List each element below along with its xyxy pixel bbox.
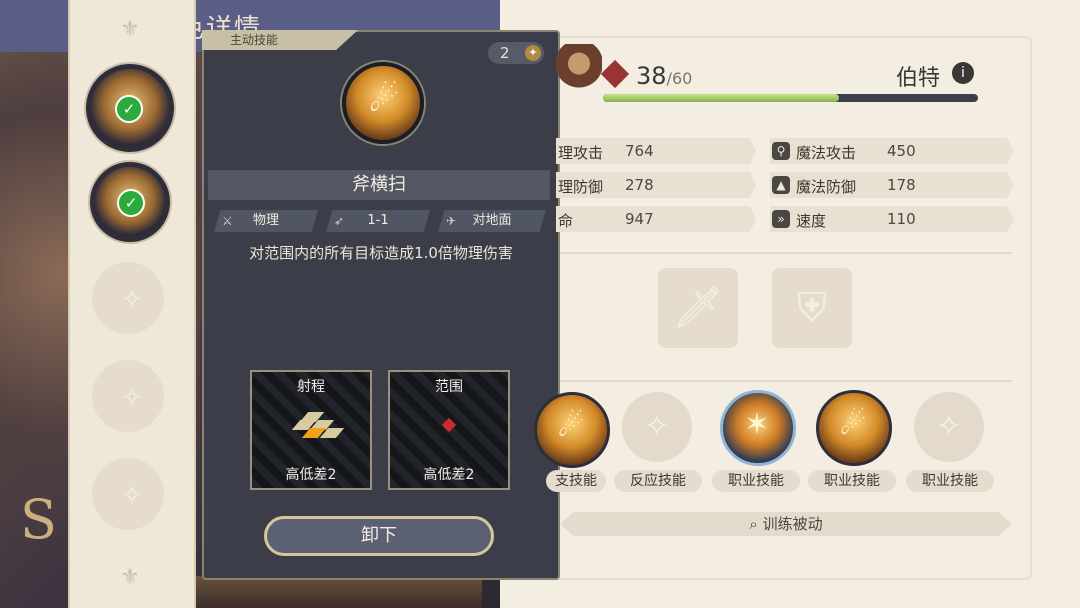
range-height-diff: 高低差2 [285, 467, 337, 483]
hero-name: 伯特 [896, 66, 941, 91]
stat-value: 947 [625, 210, 654, 228]
skill-attributes: ⚔ 物理 ➶ 1-1 ✈ 对地面 [214, 210, 546, 232]
job-skill-label: 职业技能 [808, 470, 896, 492]
skill-slot-2[interactable]: ✓ [90, 162, 170, 242]
boot-icon: » [772, 210, 790, 228]
skill-slot-4[interactable]: ✧ [92, 360, 164, 432]
staff-icon: ✧ [121, 383, 143, 413]
skill-slot-5[interactable]: ✧ [92, 458, 164, 530]
character-art-bottom [192, 576, 482, 608]
divider [560, 252, 1012, 254]
magic-wand-icon: ⚲ [772, 142, 790, 160]
skill-description: 对范围内的所有目标造成1.0倍物理伤害 [249, 244, 513, 262]
stat-row-hp [556, 206, 756, 232]
check-icon: ✓ [117, 189, 145, 217]
axe-sweep-icon: ☄ [839, 407, 867, 442]
shield-icon: ⛨ [797, 285, 827, 331]
area-height-diff: 高低差2 [423, 467, 475, 483]
xp-bar [603, 94, 978, 102]
skill-level-value: 2 [500, 44, 510, 62]
area-preview-box: 范围 高低差2 [388, 370, 510, 490]
stat-label: 命 [558, 212, 574, 230]
area-target-marker [441, 417, 457, 433]
reaction-skill-slot[interactable]: ✧ [622, 392, 692, 462]
range-title: 射程 [297, 379, 325, 395]
reaction-skill-label: 反应技能 [614, 470, 702, 492]
stat-value: 178 [887, 176, 916, 194]
sword-icon: ⚔ [222, 214, 233, 228]
skill-name: 斧横扫 [208, 170, 550, 200]
axe-sweep-icon: ☄ [557, 409, 585, 444]
skill-slot-1[interactable]: ✓ [86, 64, 174, 152]
staff-icon: ✧ [121, 481, 143, 511]
stat-label: 魔法防御 [796, 178, 857, 196]
range-preview-box: 射程 高低差2 [250, 370, 372, 490]
hero-level: 38/60 [636, 62, 693, 90]
job-skill-label: 职业技能 [712, 470, 800, 492]
job-skill-label: 职业技能 [906, 470, 994, 492]
train-passive-button[interactable]: ⌕ 训练被动 [560, 512, 1012, 536]
job-skill-slot-3[interactable]: ✧ [914, 392, 984, 462]
stat-label: 速度 [796, 212, 827, 230]
support-skill-label: 支技能 [546, 470, 606, 492]
skill-level-badge: 2 ✦ [488, 42, 544, 64]
stat-label: 魔法攻击 [796, 144, 857, 162]
fleur-de-lis-icon: ⚜ [120, 17, 140, 42]
staff-icon: ✧ [644, 409, 670, 444]
target-attr: ✈ 对地面 [438, 210, 546, 232]
ground-target-icon: ✈ [446, 214, 457, 228]
job-skill-slot-1[interactable]: ✶ [720, 390, 796, 466]
staff-icon: ✧ [121, 285, 143, 315]
search-icon: ⌕ [749, 515, 763, 533]
xp-fill [603, 94, 840, 102]
fleur-de-lis-icon: ⚜ [120, 565, 140, 590]
support-skill-slot[interactable]: ☄ [534, 392, 610, 468]
weapon-slot[interactable]: 🗡 [658, 268, 738, 348]
emblem-letter: S [20, 488, 57, 551]
axe-sweep-icon: ☄ [368, 80, 400, 120]
stat-label: 理攻击 [558, 144, 604, 162]
armor-slot[interactable]: ⛨ [772, 268, 852, 348]
staff-icon: ✧ [936, 409, 962, 444]
skill-type-tag: 主动技能 [202, 30, 358, 50]
job-skill-slot-2[interactable]: ☄ [816, 390, 892, 466]
stat-value: 450 [887, 142, 916, 160]
unequip-button[interactable]: 卸下 [264, 516, 494, 556]
info-icon[interactable]: i [952, 62, 974, 84]
star-icon: ✦ [525, 45, 541, 61]
range-attr: ➶ 1-1 [326, 210, 430, 232]
area-title: 范围 [435, 379, 463, 395]
stat-value: 110 [887, 210, 916, 228]
hero-sprite [556, 44, 602, 100]
stat-value: 764 [625, 142, 654, 160]
stat-label: 理防御 [558, 178, 604, 196]
stat-value: 278 [625, 176, 654, 194]
skill-slot-3[interactable]: ✧ [92, 262, 164, 334]
wizard-hat-icon: ▲ [772, 176, 790, 194]
skill-emblem: ☄ [342, 62, 424, 144]
check-icon: ✓ [115, 95, 143, 123]
damage-type-attr: ⚔ 物理 [214, 210, 318, 232]
bow-icon: ➶ [334, 214, 345, 228]
divider [560, 380, 1012, 382]
slash-burst-icon: ✶ [744, 407, 770, 442]
sword-icon: 🗡 [672, 285, 724, 331]
